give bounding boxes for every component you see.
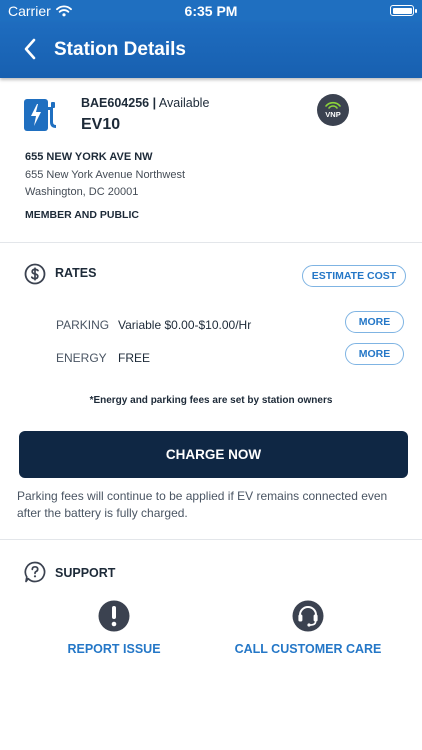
station-name: EV10 <box>81 116 121 133</box>
page-title: Station Details <box>54 39 186 60</box>
nav-bar: Station Details <box>0 22 422 78</box>
ev-charger-icon <box>24 99 56 131</box>
parking-label: PARKING <box>56 318 110 332</box>
station-separator: | <box>152 96 157 110</box>
station-card: BAE604256 | Available EV10 VNP 655 NEW Y… <box>0 78 422 243</box>
energy-label: ENERGY <box>56 351 107 365</box>
vnp-badge: VNP <box>317 94 349 126</box>
dollar-icon <box>24 263 46 285</box>
energy-more-button[interactable]: MORE <box>345 343 404 365</box>
rates-heading: RATES <box>55 266 97 280</box>
status-bar: Carrier 6:35 PM <box>0 0 422 22</box>
rates-section: RATES ESTIMATE COST PARKING Variable $0.… <box>0 244 422 540</box>
address-line-3: Washington, DC 20001 <box>25 186 139 198</box>
parking-disclaimer: Parking fees will continue to be applied… <box>17 489 388 520</box>
energy-value: FREE <box>118 351 151 365</box>
station-id: BAE604256 <box>81 96 150 110</box>
estimate-cost-button[interactable]: ESTIMATE COST <box>302 265 406 287</box>
clock: 6:35 PM <box>184 3 238 19</box>
battery-icon <box>390 5 417 16</box>
call-customer-care-label: CALL CUSTOMER CARE <box>234 642 382 656</box>
address-line-1: 655 NEW YORK AVE NW <box>25 151 153 163</box>
call-customer-care-button[interactable]: CALL CUSTOMER CARE <box>234 599 382 656</box>
parking-value: Variable $0.00-$10.00/Hr <box>118 318 252 332</box>
access-type: MEMBER AND PUBLIC <box>25 209 139 221</box>
station-id-status: BAE604256 | Available <box>81 96 209 110</box>
support-heading: SUPPORT <box>55 566 116 580</box>
fees-note: *Energy and parking fees are set by stat… <box>89 395 333 406</box>
charge-now-button[interactable]: CHARGE NOW <box>19 431 408 478</box>
support-section: SUPPORT REPORT ISSUE CALL CUSTOMER CARE <box>0 541 422 750</box>
report-issue-button[interactable]: REPORT ISSUE <box>58 599 170 656</box>
parking-more-button[interactable]: MORE <box>345 311 404 333</box>
question-icon <box>24 561 46 583</box>
alert-icon <box>98 600 130 632</box>
report-issue-label: REPORT ISSUE <box>67 642 161 656</box>
vnp-label: VNP <box>325 110 341 119</box>
back-chevron-icon[interactable] <box>20 36 42 62</box>
address-line-2: 655 New York Avenue Northwest <box>25 169 186 181</box>
headset-icon <box>292 600 324 632</box>
station-status: Available <box>158 96 210 110</box>
